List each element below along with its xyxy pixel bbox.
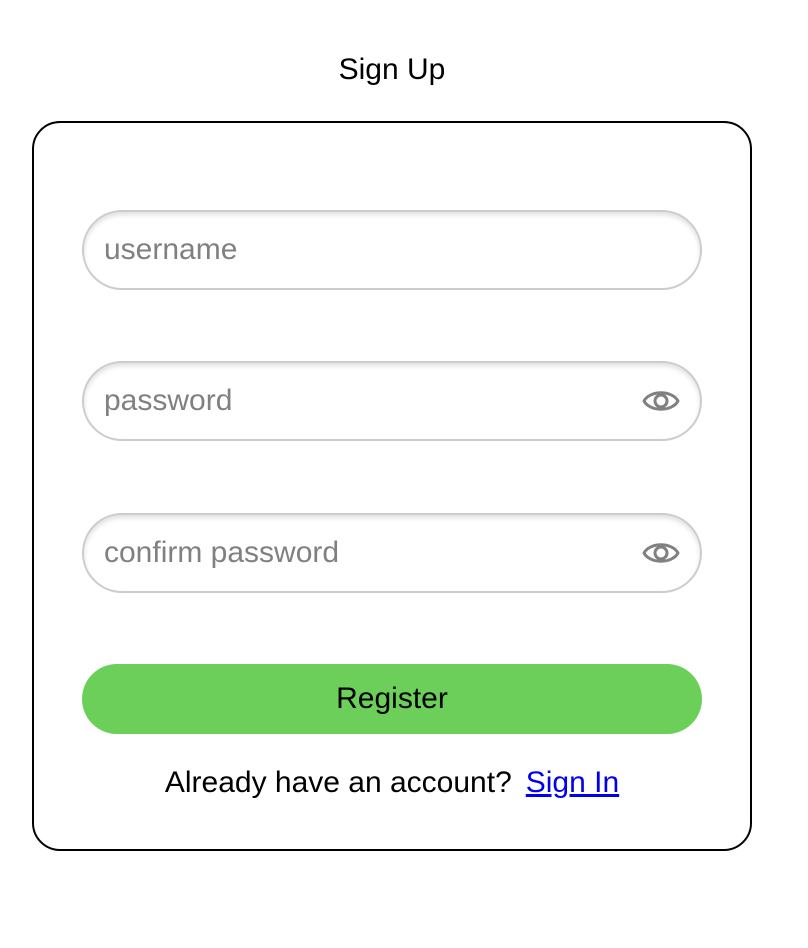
signin-link[interactable]: Sign In <box>526 766 619 799</box>
show-confirm-password-toggle[interactable] <box>642 534 680 572</box>
show-password-toggle[interactable] <box>642 382 680 420</box>
signin-prompt: Already have an account? <box>164 766 512 799</box>
username-field[interactable] <box>82 210 702 290</box>
eye-icon <box>642 543 680 563</box>
signin-row: Already have an account? Sign In <box>34 765 750 801</box>
password-input[interactable] <box>104 363 624 439</box>
eye-icon <box>642 391 680 411</box>
confirm-password-input[interactable] <box>104 515 624 591</box>
password-field[interactable] <box>82 361 702 441</box>
signup-card: Register Already have an account? Sign In <box>32 121 752 851</box>
confirm-password-field[interactable] <box>82 513 702 593</box>
username-input[interactable] <box>104 212 624 288</box>
register-button[interactable]: Register <box>82 664 702 734</box>
page-title: Sign Up <box>338 53 446 86</box>
